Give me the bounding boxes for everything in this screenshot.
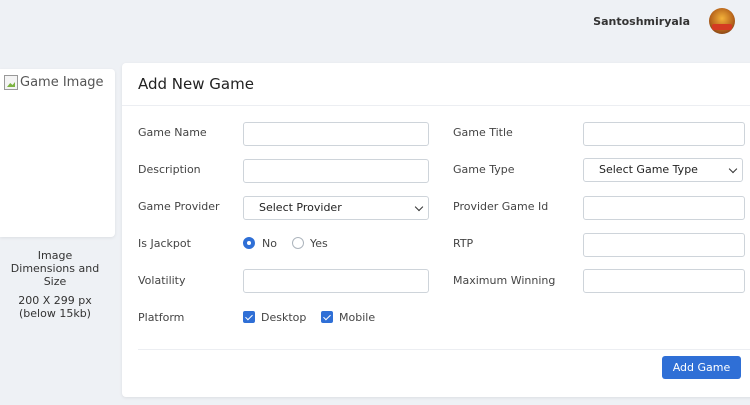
add-game-card: Add New Game Game Name Game Title Descri… — [122, 63, 750, 397]
game-title-input[interactable] — [583, 122, 745, 146]
provider-game-id-label: Provider Game Id — [453, 200, 549, 213]
platform-desktop-label[interactable]: Desktop — [261, 311, 306, 324]
chevron-down-icon — [728, 164, 738, 174]
image-info-line4: (below 15kb) — [19, 307, 91, 320]
image-info-line3: 200 X 299 px — [18, 294, 92, 307]
game-name-input[interactable] — [243, 122, 429, 146]
maximum-winning-input[interactable] — [583, 269, 745, 293]
game-image-alt: Game Image — [20, 75, 104, 90]
volatility-input[interactable] — [243, 269, 429, 293]
game-provider-select[interactable]: Select Provider — [243, 196, 429, 220]
image-info: Image Dimensions and Size 200 X 299 px (… — [0, 249, 110, 320]
card-divider — [122, 105, 750, 106]
maximum-winning-label: Maximum Winning — [453, 274, 556, 287]
jackpot-no-label[interactable]: No — [262, 237, 277, 250]
rtp-input[interactable] — [583, 233, 745, 257]
description-input[interactable] — [243, 159, 429, 183]
image-info-line1: Image — [37, 249, 73, 262]
game-image-preview[interactable]: Game Image — [0, 69, 115, 237]
add-game-button[interactable]: Add Game — [662, 356, 741, 379]
game-provider-label: Game Provider — [138, 200, 220, 213]
broken-image-icon — [4, 75, 18, 90]
rtp-label: RTP — [453, 237, 474, 250]
chevron-down-icon — [414, 202, 424, 212]
avatar[interactable] — [709, 8, 735, 34]
provider-game-id-input[interactable] — [583, 196, 745, 220]
game-type-select[interactable]: Select Game Type — [583, 158, 743, 182]
is-jackpot-label: Is Jackpot — [138, 237, 191, 250]
jackpot-yes-radio[interactable] — [292, 237, 304, 249]
image-info-line2: Dimensions and Size — [10, 262, 100, 288]
broken-image: Game Image — [4, 75, 104, 90]
game-title-label: Game Title — [453, 126, 513, 139]
jackpot-no-radio[interactable] — [243, 237, 255, 249]
page-title: Add New Game — [138, 75, 254, 93]
game-provider-selected: Select Provider — [259, 201, 342, 214]
game-type-selected: Select Game Type — [599, 163, 698, 176]
game-name-label: Game Name — [138, 126, 207, 139]
footer-divider — [138, 349, 750, 350]
avatar-badge — [712, 24, 732, 30]
username[interactable]: Santoshmiryala — [593, 15, 690, 28]
volatility-label: Volatility — [138, 274, 186, 287]
game-type-label: Game Type — [453, 163, 515, 176]
platform-label: Platform — [138, 311, 185, 324]
platform-mobile-checkbox[interactable] — [321, 311, 333, 323]
jackpot-yes-label[interactable]: Yes — [310, 237, 328, 250]
top-bar: Santoshmiryala — [0, 0, 750, 44]
description-label: Description — [138, 163, 201, 176]
platform-desktop-checkbox[interactable] — [243, 311, 255, 323]
platform-mobile-label[interactable]: Mobile — [339, 311, 375, 324]
